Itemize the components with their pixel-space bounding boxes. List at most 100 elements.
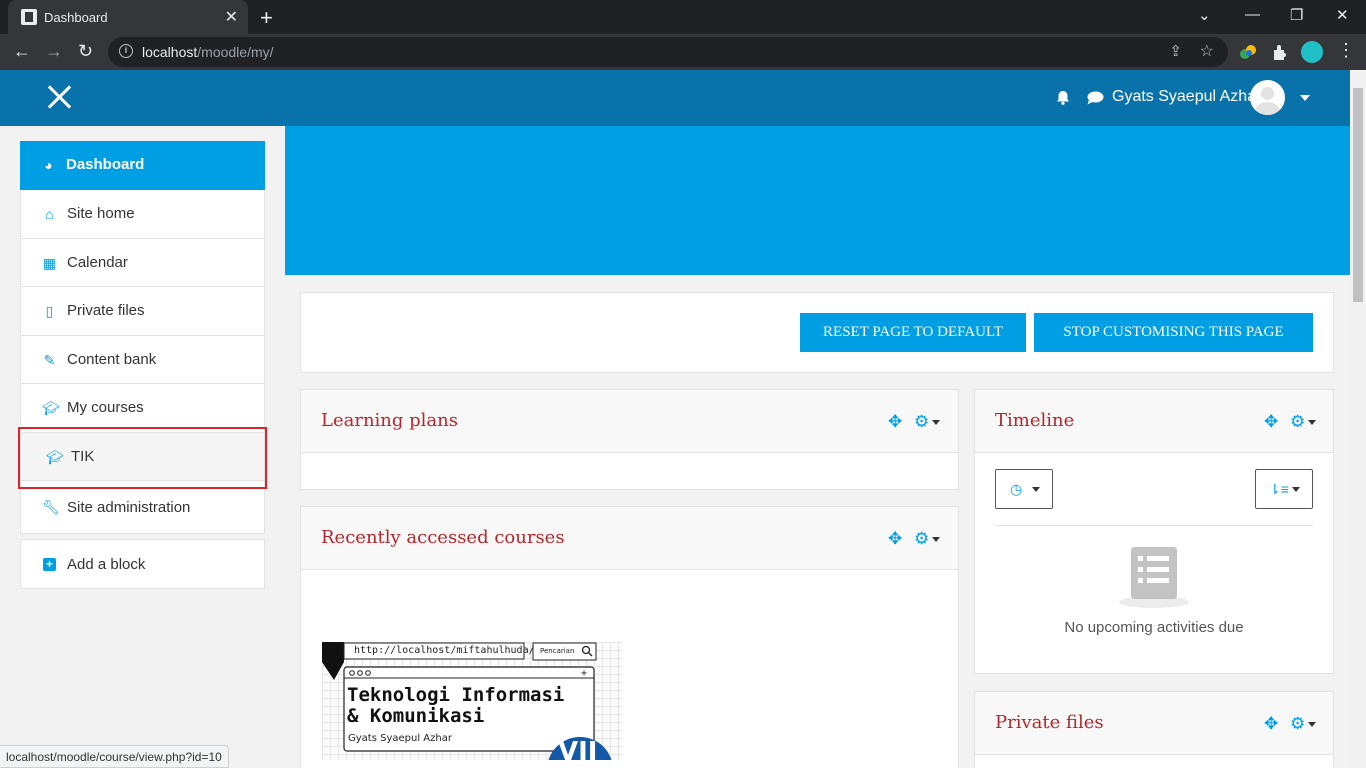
browser-menu-icon[interactable]: ⋮ — [1337, 40, 1355, 61]
home-icon: ⌂ — [45, 206, 54, 222]
course-card-title-line1: Teknologi Informasi — [347, 684, 565, 706]
minimize-icon[interactable]: — — [1245, 6, 1260, 23]
block-controls: ✥ ⚙ — [888, 413, 948, 431]
nav-label: Calendar — [67, 253, 128, 271]
gear-icon[interactable]: ⚙ — [914, 530, 929, 548]
moodle-favicon-icon — [21, 9, 37, 25]
nav-item-private-files[interactable]: ▯ Private files — [20, 287, 265, 336]
move-icon[interactable]: ✥ — [1264, 715, 1278, 733]
block-header: Recently accessed courses ✥ ⚙ — [301, 507, 958, 570]
nav-item-site-home[interactable]: ⌂ Site home — [20, 190, 265, 239]
course-card-title-line2: & Komunikasi — [347, 705, 485, 727]
timeline-empty-message: No upcoming activities due — [1064, 619, 1244, 636]
block-title: Recently accessed courses — [321, 527, 565, 548]
block-header: Private files ✥ ⚙ — [975, 692, 1333, 755]
dashboard-icon: ◕ — [44, 157, 53, 173]
user-menu-caret-icon[interactable] — [1300, 95, 1310, 101]
block-title: Private files — [995, 712, 1104, 733]
timeline-sort-dropdown[interactable]: ⇂≡ — [1255, 469, 1313, 509]
nav-item-dashboard[interactable]: ◕ Dashboard — [20, 141, 265, 190]
reload-icon[interactable]: ↻ — [78, 41, 93, 62]
browser-tab[interactable]: Dashboard ✕ — [8, 0, 248, 34]
brush-icon: ✎ — [43, 351, 56, 368]
notifications-bell-icon[interactable] — [1056, 91, 1070, 105]
timeline-filter-dropdown[interactable]: ◷ — [995, 469, 1053, 509]
nav-label: My courses — [67, 399, 144, 416]
gear-icon[interactable]: ⚙ — [1290, 715, 1305, 733]
messages-chat-icon[interactable] — [1087, 91, 1104, 105]
wrench-icon: 🔧︎ — [42, 499, 60, 515]
page-controls-card: RESET PAGE TO DEFAULT STOP CUSTOMISING T… — [300, 292, 1334, 373]
browser-toolbar: ← → ↻ i localhost/moodle/my/ ⇪ ☆ — [0, 34, 1366, 70]
chevron-down-icon[interactable] — [1308, 722, 1316, 727]
address-bar[interactable]: i localhost/moodle/my/ ⇪ ☆ — [108, 37, 1228, 67]
url-path: /moodle/my/ — [197, 44, 274, 60]
extension-icon[interactable] — [1238, 42, 1258, 62]
chevron-down-icon[interactable] — [932, 537, 940, 542]
course-card-image[interactable]: + VII http://localhost/miftahulhuda/ Pen… — [322, 642, 622, 760]
chevron-down-icon[interactable] — [1308, 420, 1316, 425]
block-header: Learning plans ✥ ⚙ — [301, 390, 958, 453]
nav-label: Private files — [67, 302, 145, 319]
reset-page-button[interactable]: RESET PAGE TO DEFAULT — [800, 313, 1026, 352]
empty-list-icon — [1119, 547, 1189, 608]
new-tab-icon[interactable]: + — [260, 5, 273, 31]
private-files-block: Private files ✥ ⚙ — [974, 691, 1334, 768]
nav-item-my-courses[interactable]: 🎓︎ My courses — [20, 384, 265, 433]
close-drawer-icon[interactable] — [46, 83, 74, 111]
gear-icon[interactable]: ⚙ — [914, 413, 929, 431]
page-scrollbar[interactable] — [1350, 70, 1366, 768]
clock-icon: ◷ — [1010, 481, 1023, 497]
calendar-icon: ▦ — [42, 254, 57, 271]
selection-highlight — [18, 427, 267, 489]
chevron-down-icon — [1032, 487, 1040, 492]
plus-square-icon: + — [43, 558, 56, 571]
course-card-url: http://localhost/miftahulhuda/ — [354, 645, 535, 656]
extensions-puzzle-icon[interactable] — [1270, 42, 1290, 62]
nav-item-calendar[interactable]: ▦ Calendar — [20, 238, 265, 287]
bookmark-star-icon[interactable]: ☆ — [1200, 41, 1214, 61]
sort-amount-icon: ⇂≡ — [1269, 481, 1289, 497]
restore-icon[interactable]: ❐ — [1290, 6, 1303, 24]
svg-text:+: + — [581, 668, 587, 679]
block-controls: ✥ ⚙ — [888, 530, 948, 548]
chevron-down-icon[interactable] — [932, 420, 940, 425]
user-name[interactable]: Gyats Syaepul Azhar — [1112, 88, 1261, 106]
learning-plans-block: Learning plans ✥ ⚙ — [300, 389, 959, 490]
close-window-icon[interactable]: ✕ — [1336, 6, 1349, 24]
timeline-block: Timeline ✥ ⚙ ◷ ⇂≡ No upcoming activities… — [974, 389, 1334, 674]
add-block-button[interactable]: + Add a block — [20, 539, 265, 589]
nav-label: Dashboard — [66, 156, 145, 173]
url-host: localhost — [142, 44, 198, 60]
move-icon[interactable]: ✥ — [888, 413, 902, 431]
graduation-cap-icon: 🎓︎ — [42, 400, 60, 416]
add-block-label: Add a block — [67, 556, 146, 573]
close-tab-icon[interactable]: ✕ — [225, 7, 238, 27]
tab-search-icon[interactable]: ⌄ — [1198, 6, 1211, 24]
svg-text:VII: VII — [558, 737, 597, 760]
top-navbar: Gyats Syaepul Azhar — [0, 70, 1350, 126]
move-icon[interactable]: ✥ — [1264, 413, 1278, 431]
divider — [995, 525, 1313, 526]
forward-icon[interactable]: → — [45, 41, 63, 62]
nav-label: Site home — [67, 205, 135, 222]
block-header: Timeline ✥ ⚙ — [975, 390, 1333, 453]
file-icon: ▯ — [45, 303, 54, 319]
move-icon[interactable]: ✥ — [888, 530, 902, 548]
back-icon[interactable]: ← — [13, 41, 31, 62]
browser-status-bar: localhost/moodle/course/view.php?id=10 — [0, 745, 229, 768]
block-controls: ✥ ⚙ — [1264, 413, 1324, 431]
scrollbar-thumb[interactable] — [1353, 88, 1363, 302]
site-info-icon[interactable]: i — [119, 44, 133, 58]
tab-title: Dashboard — [44, 10, 108, 25]
page-header-banner — [285, 126, 1350, 275]
stop-customising-button[interactable]: STOP CUSTOMISING THIS PAGE — [1034, 313, 1313, 352]
gear-icon[interactable]: ⚙ — [1290, 413, 1305, 431]
block-title: Timeline — [995, 410, 1075, 431]
browser-profile-avatar[interactable] — [1301, 41, 1323, 63]
browser-tab-bar: Dashboard ✕ + ⌄ — ❐ ✕ — [0, 0, 1366, 34]
user-avatar[interactable] — [1250, 80, 1285, 115]
course-card-search: Pencarian — [540, 647, 575, 655]
nav-item-content-bank[interactable]: ✎ Content bank — [20, 335, 265, 384]
share-icon[interactable]: ⇪ — [1169, 42, 1182, 60]
